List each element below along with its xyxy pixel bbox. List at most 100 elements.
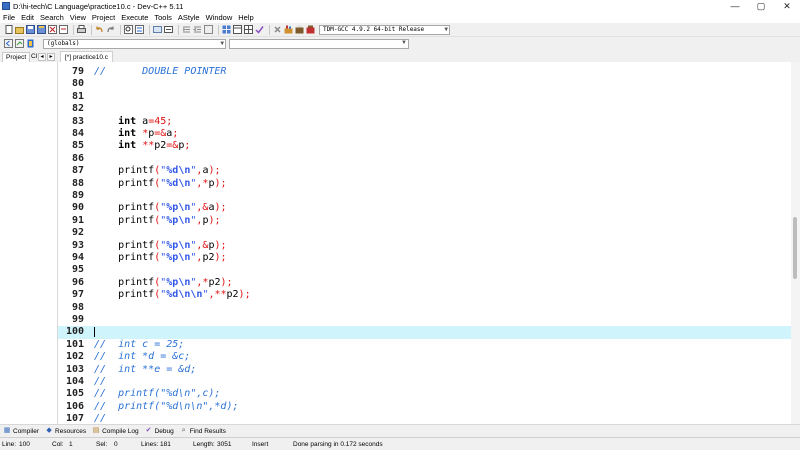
menu-astyle[interactable]: AStyle <box>178 13 200 22</box>
compile-run-icon[interactable] <box>306 25 315 34</box>
menu-execute[interactable]: Execute <box>121 13 148 22</box>
close-file-icon[interactable] <box>48 25 57 34</box>
toolbar-separator <box>218 24 219 35</box>
tab-classes-label: Cl <box>31 53 38 60</box>
project-options-icon[interactable] <box>233 25 242 34</box>
code-line[interactable]: 89 <box>58 190 791 202</box>
code-line[interactable]: 86 <box>58 153 791 165</box>
indent-icon[interactable] <box>182 25 191 34</box>
tab-project[interactable]: Project <box>2 52 31 62</box>
close-button[interactable]: ✕ <box>774 0 800 12</box>
code-line[interactable]: 92 <box>58 227 791 239</box>
check-syntax-icon[interactable] <box>255 25 264 34</box>
goto-line-icon[interactable] <box>164 25 173 34</box>
redo-icon[interactable] <box>106 25 115 34</box>
menu-view[interactable]: View <box>70 13 86 22</box>
save-all-icon[interactable] <box>37 25 46 34</box>
code-line[interactable]: 99 <box>58 314 791 326</box>
menu-file[interactable]: File <box>3 13 15 22</box>
chevron-down-icon: ▼ <box>444 25 448 33</box>
menu-tools[interactable]: Tools <box>154 13 172 22</box>
run-icon[interactable] <box>295 25 304 34</box>
menu-search[interactable]: Search <box>40 13 64 22</box>
code-token: ); <box>214 252 227 263</box>
chevron-down-icon: ▼ <box>220 39 224 47</box>
code-line[interactable]: 96 printf("%p\n",*p2); <box>58 277 791 289</box>
code-line[interactable]: 88 printf("%d\n",*p); <box>58 178 791 190</box>
menu-window[interactable]: Window <box>206 13 233 22</box>
code-line[interactable]: 84 int *p=&a; <box>58 128 791 140</box>
close-all-icon[interactable] <box>59 25 68 34</box>
toggle-bookmark-icon[interactable] <box>15 39 24 48</box>
code-line[interactable]: 87 printf("%d\n",a); <box>58 165 791 177</box>
menu-edit[interactable]: Edit <box>21 13 34 22</box>
scrollbar-thumb[interactable] <box>793 217 797 279</box>
code-line[interactable]: 82 <box>58 103 791 115</box>
code-line[interactable]: 94 printf("%p\n",p2); <box>58 252 791 264</box>
tab-find-results[interactable]: ⌕ Find Results <box>180 427 226 435</box>
devcpp-window: D:\hi-tech\C Language\practice10.c - Dev… <box>0 0 800 450</box>
compile-log-icon: ▤ <box>92 427 100 434</box>
tab-scroll-right-button[interactable]: ▸ <box>47 53 55 61</box>
code-line[interactable]: 91 printf("%p\n",p); <box>58 215 791 227</box>
unindent-icon[interactable] <box>193 25 202 34</box>
code-line[interactable]: 107 // <box>58 413 791 424</box>
code-line[interactable]: 79 // DOUBLE POINTER <box>58 66 791 78</box>
code-line[interactable]: 101 // int c = 25; <box>58 339 791 351</box>
compile-icon[interactable] <box>284 25 293 34</box>
open-file-icon[interactable] <box>15 25 24 34</box>
new-project-icon[interactable] <box>222 25 231 34</box>
tab-compiler[interactable]: ▦ Compiler <box>3 427 39 435</box>
find-next-icon[interactable] <box>153 25 162 34</box>
code-token: p2 <box>208 276 221 288</box>
code-line[interactable]: 80 <box>58 78 791 90</box>
code-line[interactable]: 81 <box>58 91 791 103</box>
replace-icon[interactable] <box>135 25 144 34</box>
menu-project[interactable]: Project <box>92 13 115 22</box>
code-token: ); <box>214 202 227 214</box>
tab-scroll-left-button[interactable]: ◂ <box>38 53 46 61</box>
new-file-icon[interactable] <box>4 25 13 34</box>
maximize-button[interactable]: ▢ <box>748 0 774 12</box>
line-number: 91 <box>71 214 84 226</box>
menu-bar: File Edit Search View Project Execute To… <box>0 12 800 23</box>
tab-resources[interactable]: ◆ Resources <box>45 427 86 435</box>
code-line[interactable]: 90 printf("%p\n",&a); <box>58 202 791 214</box>
window-title: D:\hi-tech\C Language\practice10.c - Dev… <box>13 1 184 11</box>
editor-vertical-scrollbar[interactable] <box>791 62 800 424</box>
code-line[interactable]: 105 // printf("%d\n",c); <box>58 388 791 400</box>
members-select[interactable]: ▼ <box>229 38 409 49</box>
goto-bookmark-icon[interactable] <box>26 39 35 48</box>
menu-help[interactable]: Help <box>238 13 253 22</box>
code-editor[interactable]: 79 // DOUBLE POINTER 80 81 82 83 int a=45; 84 … <box>58 62 791 424</box>
stop-execution-icon[interactable] <box>273 25 282 34</box>
scope-select[interactable]: (globals) ▼ <box>43 38 226 49</box>
code-line[interactable]: 106 // printf("%d\n\n",*d); <box>58 401 791 413</box>
print-icon[interactable] <box>77 25 86 34</box>
code-line[interactable]: 104 // <box>58 376 791 388</box>
code-line[interactable]: 85 int **p2=&p; <box>58 140 791 152</box>
code-line[interactable]: 93 printf("%p\n",&p); <box>58 240 791 252</box>
code-line[interactable]: 83 int a=45; <box>58 116 791 128</box>
line-number: 84 <box>71 128 84 139</box>
minimize-button[interactable]: — <box>722 0 748 12</box>
toggle-comment-icon[interactable] <box>204 25 213 34</box>
code-token: a <box>136 115 149 127</box>
tab-file-practice10[interactable]: [*] practice10.c <box>60 51 113 62</box>
code-line[interactable]: 103 // int **e = &d; <box>58 364 791 376</box>
class-browser-icon[interactable] <box>244 25 253 34</box>
code-line[interactable]: 98 <box>58 302 791 314</box>
code-line[interactable]: 97 printf("%d\n\n",**p2); <box>58 289 791 301</box>
undo-icon[interactable] <box>95 25 104 34</box>
save-icon[interactable] <box>26 25 35 34</box>
insert-icon[interactable] <box>4 39 13 48</box>
tab-debug[interactable]: ✔ Debug <box>145 427 174 435</box>
find-icon[interactable] <box>124 25 133 34</box>
code-line[interactable]: 95 <box>58 264 791 276</box>
window-controls: — ▢ ✕ <box>722 0 800 12</box>
tab-compile-log[interactable]: ▤ Compile Log <box>92 427 139 435</box>
project-panel[interactable] <box>0 62 58 424</box>
code-line[interactable]: 102 // int *d = &c; <box>58 351 791 363</box>
code-line-current[interactable]: 100 <box>58 326 791 339</box>
compiler-select[interactable]: TDM-GCC 4.9.2 64-bit Release ▼ <box>319 24 450 35</box>
